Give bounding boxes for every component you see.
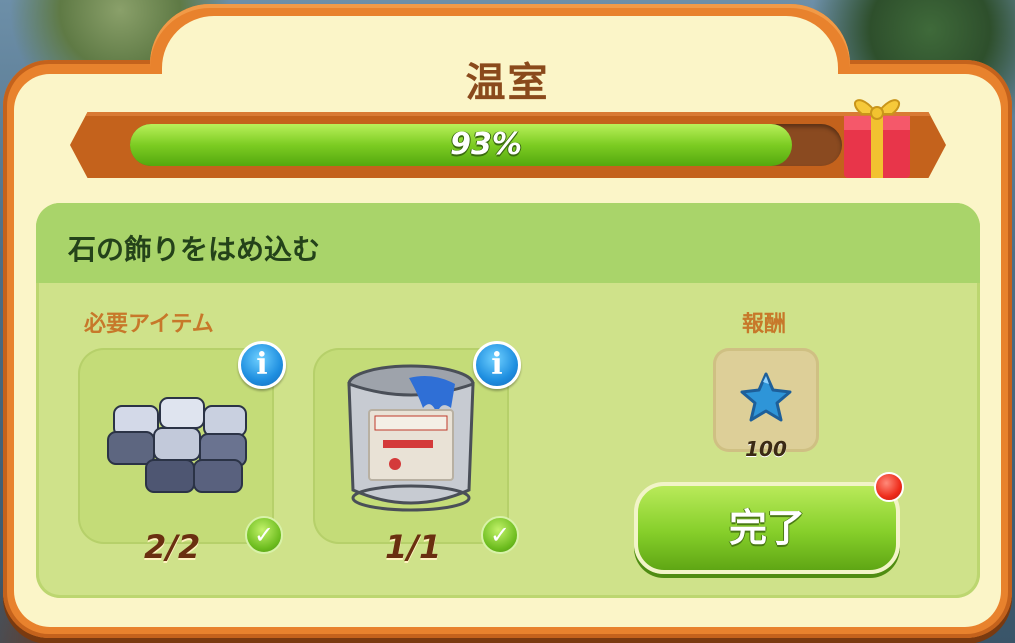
- complete-button[interactable]: 完了: [634, 482, 900, 574]
- reward-label: 報酬: [742, 312, 787, 337]
- required-items-label: 必要アイテム: [84, 312, 214, 337]
- check-icon: ✓: [245, 516, 283, 554]
- info-button[interactable]: i: [238, 341, 286, 389]
- check-icon: ✓: [481, 516, 519, 554]
- gift-box-icon[interactable]: [838, 84, 916, 184]
- item-count: 1/1: [385, 528, 442, 566]
- progress-bar: 93%: [130, 124, 842, 166]
- task-title: 石の飾りをはめ込む: [68, 233, 321, 266]
- item-count: 2/2: [144, 528, 201, 566]
- progress-label: 93%: [450, 127, 522, 162]
- info-button[interactable]: i: [473, 341, 521, 389]
- reward-value: 100: [745, 437, 787, 461]
- notification-dot: [874, 472, 904, 502]
